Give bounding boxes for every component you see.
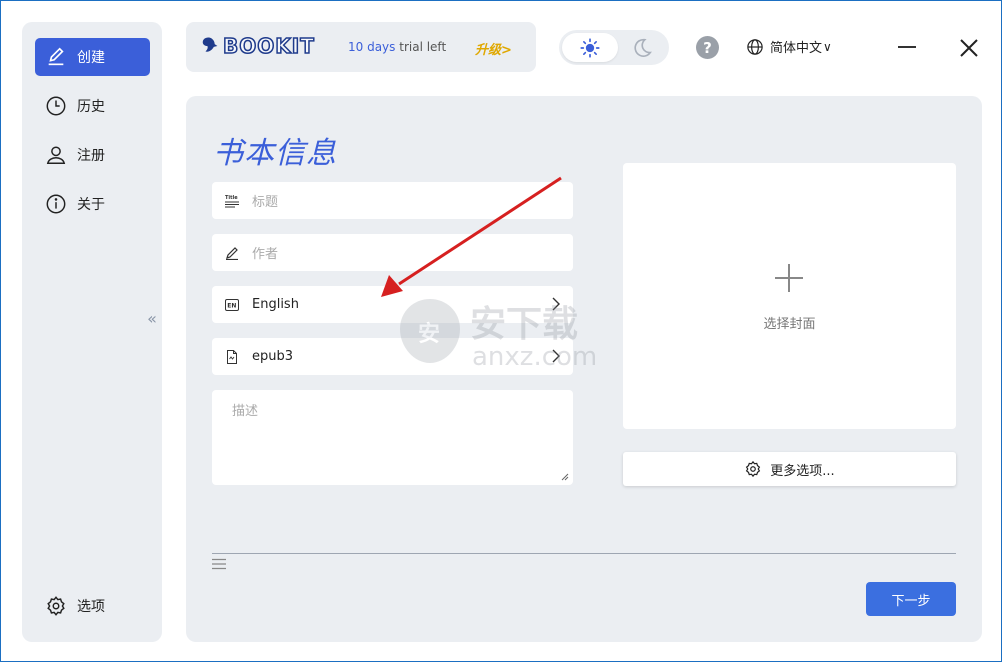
epub-file-icon xyxy=(225,349,239,364)
logo-text: BOOKIT xyxy=(222,33,315,59)
upgrade-link[interactable]: 升级> xyxy=(475,39,512,58)
language-field[interactable]: EN English xyxy=(212,286,573,323)
sidebar: 创建 历史 注册 关于 选项 xyxy=(22,22,162,642)
help-button[interactable]: ? xyxy=(696,36,719,59)
sidebar-item-settings[interactable]: 选项 xyxy=(35,587,150,625)
sidebar-item-create[interactable]: 创建 xyxy=(35,38,150,76)
sun-icon xyxy=(580,37,600,58)
sidebar-item-label: 创建 xyxy=(77,50,105,66)
app-logo: BOOKIT xyxy=(200,33,315,59)
description-placeholder: 描述 xyxy=(232,404,259,419)
more-options-button[interactable]: 更多选项... xyxy=(623,452,956,486)
language-label: 简体中文 xyxy=(770,41,823,56)
svg-text:EN: EN xyxy=(227,302,236,309)
cover-picker[interactable]: 选择封面 xyxy=(623,163,956,429)
brand-bar: BOOKIT 10 days trial left 升级> xyxy=(186,22,536,72)
globe-icon xyxy=(747,38,763,55)
info-icon xyxy=(44,192,68,216)
description-textarea[interactable]: 描述 xyxy=(212,390,573,485)
pen-icon xyxy=(225,246,239,260)
sidebar-collapse-button[interactable]: « xyxy=(142,295,162,341)
pencil-icon xyxy=(44,45,68,69)
title-field[interactable]: Title 标题 xyxy=(212,182,573,219)
theme-toggle[interactable] xyxy=(559,30,669,65)
chevron-right-icon xyxy=(552,349,560,363)
user-icon xyxy=(44,143,68,167)
gear-icon xyxy=(44,594,68,618)
format-field[interactable]: epub3 xyxy=(212,338,573,375)
gear-icon xyxy=(746,460,761,478)
author-placeholder: 作者 xyxy=(252,247,279,262)
next-step-button[interactable]: 下一步 xyxy=(866,582,956,616)
language-value: English xyxy=(252,297,299,312)
more-options-label: 更多选项... xyxy=(770,463,835,479)
chevron-down-icon: ∨ xyxy=(823,39,832,54)
language-selector[interactable]: 简体中文 ∨ xyxy=(746,37,832,56)
sidebar-item-history[interactable]: 历史 xyxy=(35,87,150,125)
format-value: epub3 xyxy=(252,349,294,364)
author-field[interactable]: 作者 xyxy=(212,234,573,271)
title-icon: Title xyxy=(225,194,239,208)
plus-icon xyxy=(775,264,803,292)
sidebar-item-label: 历史 xyxy=(77,99,105,115)
language-en-icon: EN xyxy=(225,298,239,312)
sidebar-settings-label: 选项 xyxy=(77,599,105,615)
menu-lines-icon[interactable] xyxy=(212,558,226,570)
sidebar-item-label: 关于 xyxy=(77,197,105,213)
page-title: 书本信息 xyxy=(213,136,337,171)
chevron-right-icon xyxy=(552,297,560,311)
bird-logo-icon xyxy=(202,37,218,52)
title-placeholder: 标题 xyxy=(252,195,279,210)
sidebar-item-register[interactable]: 注册 xyxy=(35,136,150,174)
sidebar-item-about[interactable]: 关于 xyxy=(35,185,150,223)
light-theme-button[interactable] xyxy=(562,33,618,62)
close-icon[interactable] xyxy=(957,36,981,60)
clock-icon xyxy=(44,94,68,118)
trial-status: 10 days trial left xyxy=(348,40,446,54)
cover-label: 选择封面 xyxy=(763,317,816,332)
resize-grip-icon[interactable] xyxy=(559,471,569,481)
moon-icon[interactable] xyxy=(631,37,653,59)
book-info-panel: 书本信息 Title 标题 作者 EN English epub3 描述 选择封… xyxy=(186,96,982,642)
trial-suffix: trial left xyxy=(395,40,447,54)
svg-text:Title: Title xyxy=(225,195,238,201)
trial-days: 10 days xyxy=(348,40,396,54)
divider xyxy=(212,553,956,554)
sidebar-item-label: 注册 xyxy=(77,148,105,164)
minimize-button[interactable] xyxy=(898,46,916,48)
